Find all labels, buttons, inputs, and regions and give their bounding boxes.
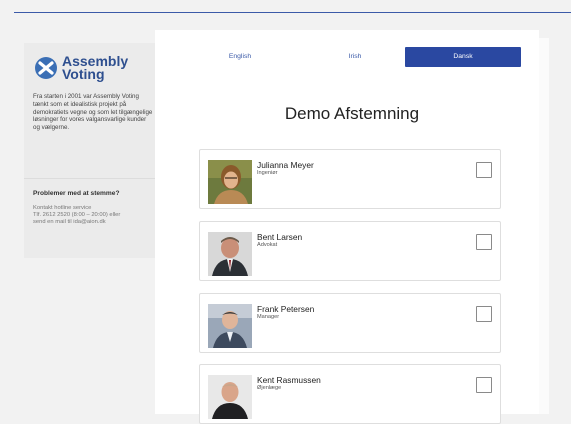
brand-name: Assembly Voting	[62, 54, 128, 82]
contact-phone: Tlf. 2612 2520 (8:00 – 20:00) eller	[33, 212, 121, 219]
candidate-photo	[208, 304, 252, 348]
sidebar-divider	[24, 178, 155, 179]
candidate-photo	[208, 232, 252, 276]
candidate-photo	[208, 160, 252, 204]
candidate-card[interactable]: Bent Larsen Advokat	[199, 221, 501, 281]
candidate-card[interactable]: Kent Rasmussen Øjenlæge	[199, 364, 501, 424]
vote-checkbox[interactable]	[476, 234, 492, 250]
language-danish-active[interactable]: Dansk	[405, 47, 521, 67]
sidebar: Assembly Voting Fra starten i 2001 var A…	[24, 43, 155, 258]
candidate-photo	[208, 375, 252, 419]
candidate-name: Bent Larsen	[257, 232, 303, 242]
candidate-role: Øjenlæge	[257, 385, 282, 391]
problem-heading: Problemer med at stemme?	[33, 190, 120, 197]
brand-name-line2: Voting	[62, 66, 105, 82]
candidate-role: Ingeniør	[257, 170, 278, 176]
candidate-role: Advokat	[257, 242, 278, 248]
assembly-voting-logo-icon	[35, 57, 57, 79]
page-title: Demo Afstemning	[284, 104, 420, 123]
language-irish[interactable]: Irish	[320, 47, 390, 67]
candidate-role: Manager	[257, 314, 280, 320]
top-border-line	[14, 12, 571, 13]
candidate-name: Frank Petersen	[257, 304, 315, 314]
vote-checkbox[interactable]	[476, 162, 492, 178]
contact-info: Kontakt hotline service Tlf. 2612 2520 (…	[33, 205, 153, 227]
candidate-card[interactable]: Frank Petersen Manager	[199, 293, 501, 353]
ballot-panel: English Irish Dansk Demo Afstemning Juli…	[155, 30, 539, 424]
vote-checkbox[interactable]	[476, 306, 492, 322]
intro-text: Fra starten i 2001 var Assembly Voting t…	[33, 93, 153, 132]
candidate-name: Julianna Meyer	[257, 160, 314, 170]
language-english[interactable]: English	[205, 47, 275, 67]
language-selector: English Irish Dansk	[155, 47, 539, 67]
vote-checkbox[interactable]	[476, 377, 492, 393]
candidate-card[interactable]: Julianna Meyer Ingeniør	[199, 149, 501, 209]
candidate-name: Kent Rasmussen	[257, 375, 321, 385]
contact-email: send en mail til ida@aion.dk	[33, 219, 106, 226]
contact-line: Kontakt hotline service	[33, 205, 92, 211]
brand-logo[interactable]: Assembly Voting	[35, 54, 128, 82]
